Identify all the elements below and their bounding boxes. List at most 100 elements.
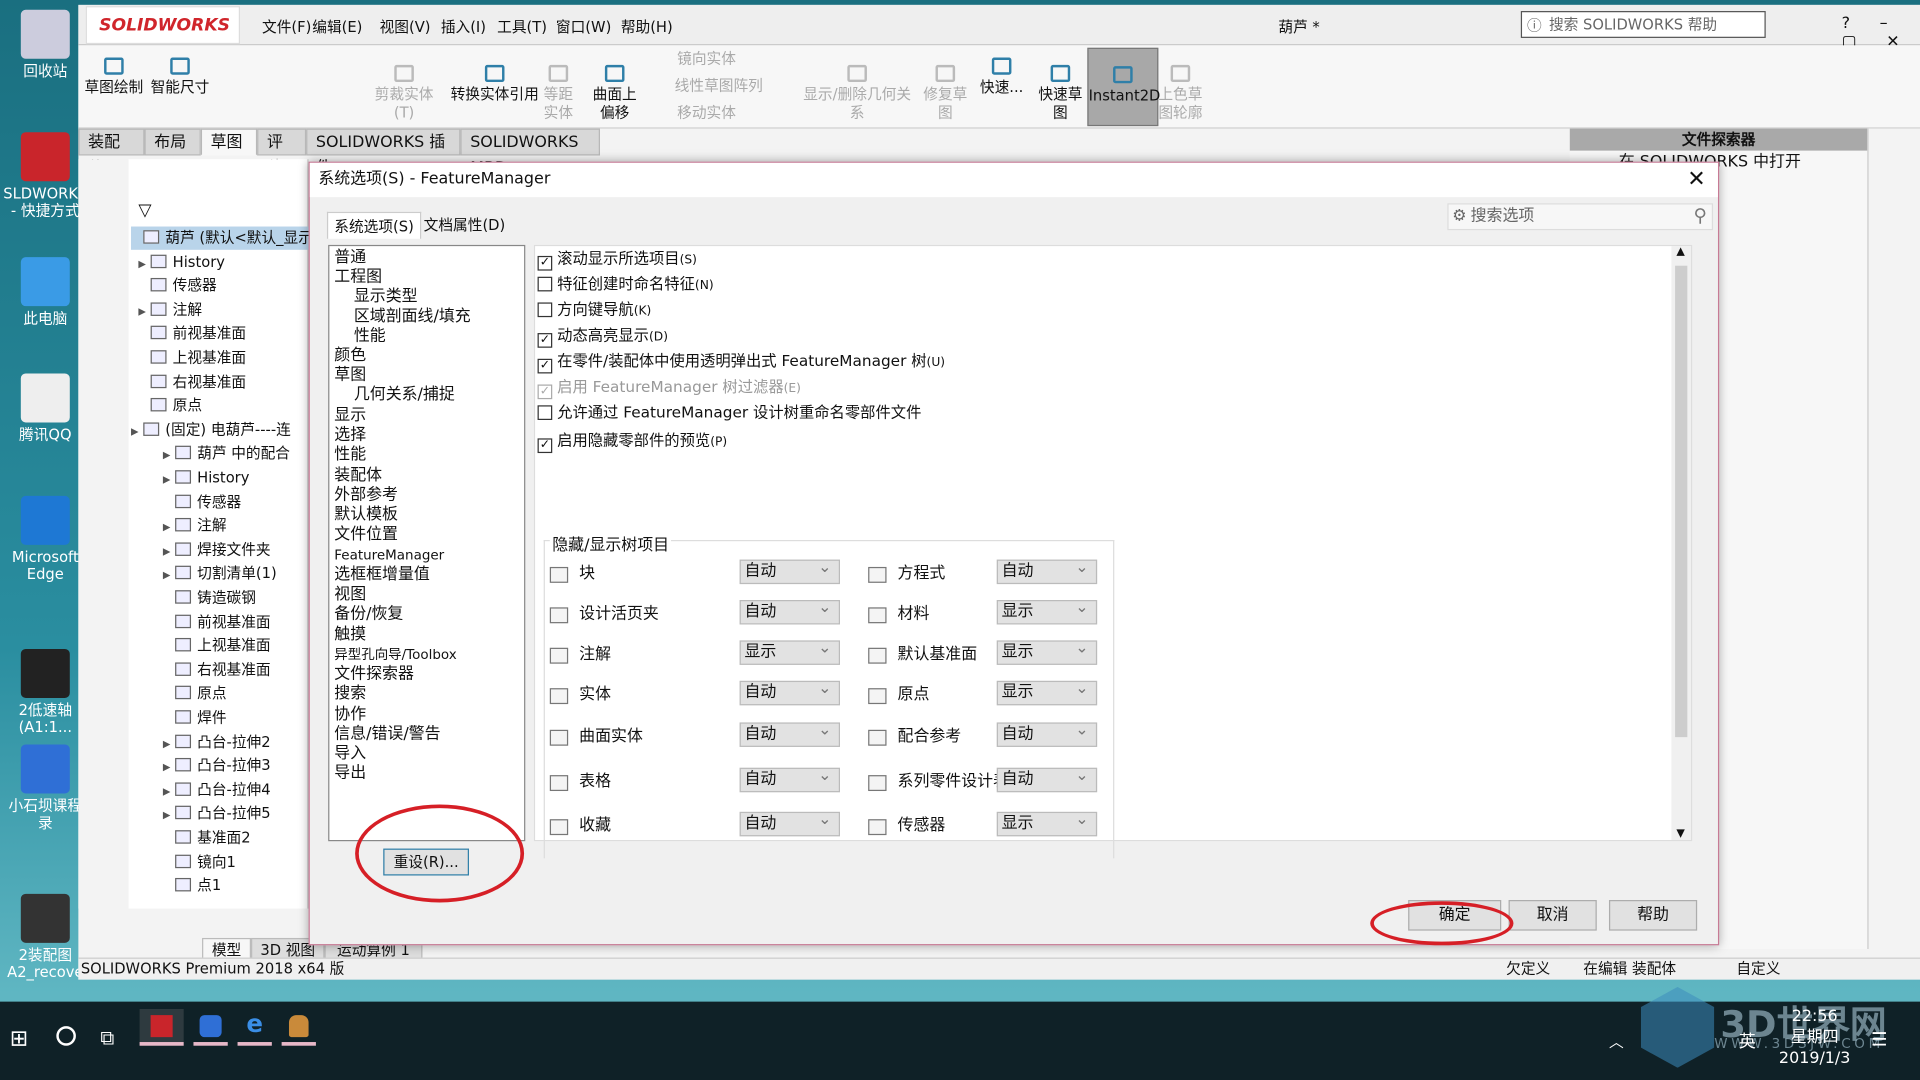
category-item[interactable]: 视图 bbox=[334, 585, 366, 605]
tree-item[interactable]: ▶ 凸台-拉伸3 bbox=[163, 755, 271, 778]
expand-arrow-icon[interactable]: ▶ bbox=[163, 564, 175, 587]
tree-item[interactable]: 原点 bbox=[163, 683, 227, 706]
units-selector[interactable]: 自定义 bbox=[1736, 959, 1780, 980]
ribbon-button[interactable]: 智能尺寸 bbox=[149, 57, 210, 97]
visibility-dropdown[interactable]: 自动 bbox=[996, 765, 1098, 793]
category-item[interactable]: 显示类型 bbox=[354, 288, 418, 308]
expand-arrow-icon[interactable]: ▶ bbox=[163, 444, 175, 467]
desktop-icon[interactable]: 小石坝课程录 bbox=[2, 744, 88, 831]
tab-2[interactable]: 草图 bbox=[200, 128, 258, 156]
tab-0[interactable]: 装配体 bbox=[78, 128, 145, 178]
ribbon-button[interactable]: 剪裁实体(T) bbox=[367, 64, 440, 123]
tree-item[interactable]: 铸造碳钢 bbox=[163, 587, 256, 610]
visibility-dropdown[interactable]: 显示 bbox=[996, 809, 1098, 837]
expand-arrow-icon[interactable]: ▶ bbox=[163, 804, 175, 827]
ribbon-button[interactable]: 草图绘制 bbox=[83, 57, 144, 97]
visibility-dropdown[interactable]: 自动 bbox=[996, 720, 1098, 747]
tree-item[interactable]: ▶ 凸台-拉伸4 bbox=[163, 779, 271, 802]
ribbon-button[interactable]: 显示/删除几何关系 bbox=[798, 64, 916, 123]
expand-arrow-icon[interactable]: ▶ bbox=[163, 540, 175, 563]
task-view-button[interactable]: ⧉ bbox=[100, 1026, 114, 1050]
search-button[interactable] bbox=[56, 1026, 76, 1046]
expand-arrow-icon[interactable]: ▶ bbox=[163, 732, 175, 755]
menu-item[interactable]: 文件(F) bbox=[262, 16, 311, 37]
checkbox[interactable] bbox=[537, 302, 553, 318]
scroll-down-icon[interactable]: ▼ bbox=[1676, 828, 1684, 840]
desktop-icon[interactable]: 2装配图A2_recove bbox=[2, 893, 88, 981]
desktop-icon[interactable]: 回收站 bbox=[2, 9, 88, 80]
visibility-dropdown[interactable]: 自动 bbox=[739, 557, 841, 585]
expand-arrow-icon[interactable]: ▶ bbox=[163, 756, 175, 779]
ribbon-button[interactable]: 曲面上偏移 bbox=[593, 64, 637, 123]
category-item[interactable]: 区域剖面线/填充 bbox=[354, 307, 471, 327]
notification-icon[interactable]: ☰ bbox=[1871, 1029, 1887, 1051]
taskbar-app-edge[interactable]: e bbox=[237, 1009, 272, 1046]
expand-arrow-icon[interactable]: ▶ bbox=[163, 780, 175, 803]
tab-system-options[interactable]: 系统选项(S) bbox=[326, 211, 422, 239]
help-button[interactable]: 帮助 bbox=[1608, 900, 1698, 931]
clock[interactable]: 22:56 星期四 2019/1/3 bbox=[1778, 1007, 1851, 1069]
tab-3[interactable]: 评估 bbox=[257, 128, 307, 178]
checkbox[interactable]: ✓ bbox=[537, 255, 553, 271]
option-checkbox[interactable]: 允许通过 FeatureManager 设计树重命名零部件文件 bbox=[537, 403, 921, 424]
taskbar-app-wps[interactable] bbox=[193, 1009, 228, 1046]
category-item[interactable]: 性能 bbox=[334, 446, 366, 466]
category-item[interactable]: 备份/恢复 bbox=[334, 605, 403, 625]
search-options-input[interactable]: ⚙ 搜索选项 ⚲ bbox=[1447, 203, 1714, 231]
ribbon-button[interactable]: 快速草图 bbox=[1033, 64, 1087, 123]
tree-item[interactable]: 点1 bbox=[163, 875, 221, 898]
tree-item[interactable]: 传感器 bbox=[163, 491, 241, 514]
menu-item[interactable]: 插入(I) bbox=[441, 16, 486, 37]
tree-item[interactable]: 原点 bbox=[138, 395, 202, 418]
visibility-dropdown[interactable]: 自动 bbox=[739, 765, 841, 793]
ribbon-button[interactable]: 等距实体 bbox=[539, 64, 578, 123]
tree-item[interactable]: 基准面2 bbox=[163, 827, 251, 850]
category-item[interactable]: 触摸 bbox=[334, 626, 366, 646]
cancel-button[interactable]: 取消 bbox=[1508, 900, 1597, 931]
category-item[interactable]: 异型孔向导/Toolbox bbox=[334, 645, 456, 665]
category-item[interactable]: FeatureManager bbox=[334, 546, 444, 566]
option-checkbox[interactable]: ✓ 在零件/装配体中使用透明弹出式 FeatureManager 树(U) bbox=[537, 352, 945, 374]
menu-item[interactable]: 帮助(H) bbox=[621, 16, 673, 37]
category-item[interactable]: 搜索 bbox=[334, 684, 366, 704]
category-item[interactable]: 默认模板 bbox=[334, 506, 398, 526]
ribbon-button[interactable]: 上色草图轮廓 bbox=[1156, 64, 1205, 123]
tree-item[interactable]: ▶ 注解 bbox=[138, 299, 202, 322]
tab-5[interactable]: SOLIDWORKS MBD bbox=[460, 128, 601, 178]
category-item[interactable]: 选择 bbox=[334, 426, 366, 446]
tab-document-properties[interactable]: 文档属性(D) bbox=[418, 212, 512, 239]
desktop-icon[interactable]: 2低速轴 (A1:1... bbox=[2, 648, 88, 736]
desktop-icon[interactable]: 此电脑 bbox=[2, 257, 88, 327]
visibility-dropdown[interactable]: 自动 bbox=[739, 598, 841, 625]
checkbox[interactable]: ✓ bbox=[537, 438, 553, 454]
checkbox[interactable] bbox=[537, 405, 553, 421]
menu-item[interactable]: 窗口(W) bbox=[556, 16, 611, 37]
category-item[interactable]: 导出 bbox=[334, 764, 366, 784]
visibility-dropdown[interactable]: 自动 bbox=[739, 809, 841, 837]
tree-item[interactable]: 镜向1 bbox=[163, 851, 236, 874]
tree-item[interactable]: 前视基准面 bbox=[138, 323, 246, 346]
category-item[interactable]: 显示 bbox=[334, 407, 366, 427]
visibility-dropdown[interactable]: 自动 bbox=[739, 678, 841, 706]
visibility-dropdown[interactable]: 显示 bbox=[996, 598, 1098, 625]
category-item[interactable]: 信息/错误/警告 bbox=[334, 725, 440, 745]
tree-item[interactable]: 传感器 bbox=[138, 275, 217, 298]
scrollbar[interactable]: ▲ ▼ bbox=[1671, 246, 1692, 841]
option-checkbox[interactable]: 方向键导航(K) bbox=[537, 301, 651, 321]
taskbar-app-user[interactable] bbox=[281, 1009, 316, 1046]
option-checkbox[interactable]: 特征创建时命名特征(N) bbox=[537, 275, 714, 296]
tree-item[interactable]: 前视基准面 bbox=[163, 611, 271, 634]
category-item[interactable]: 外部参考 bbox=[334, 486, 398, 506]
tree-item[interactable]: ▶ 葫芦 中的配合 bbox=[163, 443, 290, 466]
tree-item[interactable]: 葫芦 (默认<默认_显示 bbox=[131, 226, 313, 250]
scroll-thumb[interactable] bbox=[1675, 265, 1688, 738]
expand-arrow-icon[interactable]: ▶ bbox=[138, 252, 150, 275]
tree-item[interactable]: ▶ 注解 bbox=[163, 515, 227, 538]
expand-arrow-icon[interactable]: ▶ bbox=[138, 300, 150, 323]
tree-item[interactable]: 右视基准面 bbox=[138, 371, 246, 394]
search-icon[interactable]: ⚲ bbox=[1693, 203, 1706, 227]
tree-item[interactable]: 上视基准面 bbox=[163, 635, 271, 658]
tree-item[interactable]: ▶ 切割清单(1) bbox=[163, 563, 277, 586]
option-checkbox[interactable]: ✓ 动态高亮显示(D) bbox=[537, 326, 668, 348]
option-checkbox[interactable]: ✓ 滚动显示所选项目(S) bbox=[537, 249, 697, 271]
